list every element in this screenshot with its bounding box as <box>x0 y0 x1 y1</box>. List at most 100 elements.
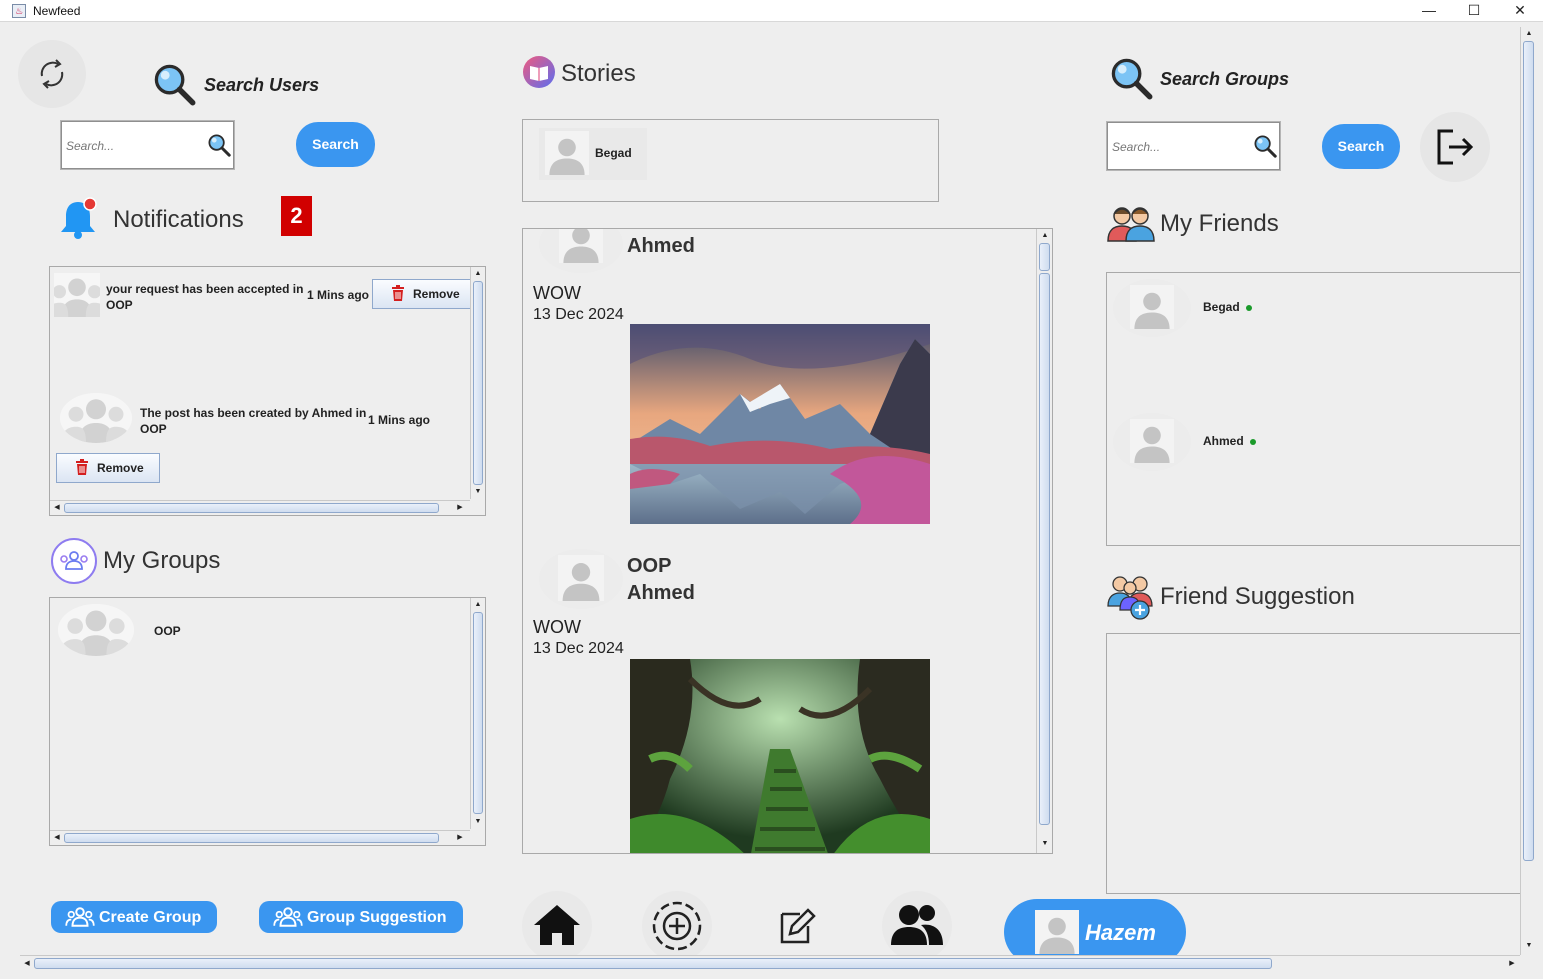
group-icon <box>65 907 95 927</box>
refresh-icon <box>40 59 64 89</box>
group-icon <box>273 907 303 927</box>
post-group: OOP <box>627 555 672 577</box>
logout-icon <box>1437 129 1474 165</box>
maximize-button[interactable]: ☐ <box>1451 0 1497 22</box>
search-users-icon <box>152 62 196 106</box>
java-app-icon: ♨ <box>12 4 26 18</box>
my-groups-panel[interactable]: OOP ▲ ▼ ◀ ▶ <box>49 597 486 846</box>
remove-notification-button[interactable]: Remove <box>372 279 471 309</box>
search-groups-input[interactable]: Search... <box>1106 121 1281 171</box>
groups-icon <box>51 538 97 584</box>
stories-title: Stories <box>561 60 636 87</box>
refresh-button[interactable] <box>18 40 86 108</box>
stories-book-icon <box>523 56 555 88</box>
post-author: Ahmed <box>627 582 695 604</box>
friends-icon <box>1107 207 1155 242</box>
notification-text: The post has been created by Ahmed in OO… <box>140 406 367 436</box>
edit-icon <box>780 908 816 944</box>
notification-count-badge: 2 <box>281 196 312 236</box>
search-groups-icon <box>1109 56 1153 100</box>
search-users-title: Search Users <box>204 75 320 95</box>
friend-suggestion-icon <box>1107 576 1153 620</box>
post-text: WOW <box>533 283 581 303</box>
vertical-scrollbar[interactable]: ▲ ▼ <box>1036 229 1052 853</box>
avatar <box>539 229 623 273</box>
notification-bell-icon <box>61 197 97 239</box>
current-user-name: Hazem <box>1085 920 1156 945</box>
friends-nav-button[interactable] <box>882 891 952 961</box>
home-button[interactable] <box>522 891 592 961</box>
logout-button[interactable] <box>1420 112 1490 182</box>
avatar <box>545 131 589 175</box>
vertical-scrollbar[interactable]: ▲ ▼ <box>470 267 485 499</box>
feed-panel[interactable]: Ahmed WOW 13 Dec 2024 OOP Ahmed WOW 13 D… <box>522 228 1053 854</box>
friends-panel[interactable]: Begad Ahmed <box>1106 272 1522 546</box>
search-users-input[interactable]: Search... <box>60 120 235 170</box>
my-friends-title: My Friends <box>1160 210 1279 237</box>
friends-nav-icon <box>891 905 943 945</box>
list-item: The post has been created by Ahmed in OO… <box>54 393 474 483</box>
home-icon <box>534 905 580 945</box>
create-group-button[interactable]: Create Group <box>51 901 217 933</box>
friend-suggestion-panel[interactable] <box>1106 633 1522 894</box>
search-icon <box>207 133 231 157</box>
avatar <box>1113 413 1191 471</box>
edit-button[interactable] <box>776 906 816 946</box>
horizontal-scrollbar[interactable]: ◀ ▶ <box>50 830 470 845</box>
avatar <box>1035 910 1079 954</box>
trash-icon <box>391 285 405 301</box>
story-user-name: Begad <box>595 146 632 160</box>
story-item[interactable]: Begad <box>539 128 647 180</box>
friend-name: Ahmed <box>1203 434 1244 448</box>
my-groups-title: My Groups <box>103 547 221 574</box>
remove-notification-button[interactable]: Remove <box>56 453 160 483</box>
list-item[interactable]: OOP <box>54 604 464 656</box>
notifications-title: Notifications <box>113 206 244 233</box>
avatar <box>1113 279 1191 337</box>
search-icon <box>1253 134 1277 158</box>
notifications-panel[interactable]: your request has been accepted in OOP 1 … <box>49 266 486 516</box>
friend-name-row: Ahmed <box>1203 434 1256 448</box>
mountain-lake-image <box>630 324 930 524</box>
horizontal-scrollbar[interactable]: ◀ ▶ <box>50 500 470 515</box>
post-date: 13 Dec 2024 <box>533 306 624 323</box>
search-groups-button[interactable]: Search <box>1322 124 1400 169</box>
friend-name-row: Begad <box>1203 300 1252 314</box>
avatar <box>539 549 623 609</box>
window-vertical-scrollbar[interactable]: ▲ ▼ <box>1520 27 1536 955</box>
search-users-button[interactable]: Search <box>296 122 375 167</box>
post-card: OOP Ahmed WOW 13 Dec 2024 <box>523 547 1035 853</box>
post-date: 13 Dec 2024 <box>533 640 624 657</box>
add-post-button[interactable] <box>642 891 712 961</box>
post-card: Ahmed WOW 13 Dec 2024 <box>523 229 1035 529</box>
online-status-icon <box>1249 438 1256 445</box>
forest-path-image <box>630 659 930 853</box>
add-post-icon <box>652 901 702 951</box>
list-item: your request has been accepted in OOP 1 … <box>54 273 474 323</box>
close-button[interactable]: ✕ <box>1497 0 1543 22</box>
trash-icon <box>75 459 89 475</box>
vertical-scrollbar[interactable]: ▲ ▼ <box>470 598 485 829</box>
title-bar: ♨ Newfeed — ☐ ✕ <box>0 0 1543 22</box>
minimize-button[interactable]: — <box>1406 0 1452 22</box>
avatar <box>58 604 134 656</box>
notification-time: 1 Mins ago <box>368 413 431 427</box>
friend-name: Begad <box>1203 300 1240 314</box>
window-horizontal-scrollbar[interactable]: ◀ ▶ <box>20 955 1520 971</box>
window-title: Newfeed <box>33 4 81 18</box>
friend-suggestion-title: Friend Suggestion <box>1160 583 1355 610</box>
group-suggestion-button[interactable]: Group Suggestion <box>259 901 463 933</box>
search-groups-title: Search Groups <box>1160 69 1290 89</box>
notification-time: 1 Mins ago <box>307 288 370 302</box>
post-text: WOW <box>533 617 581 637</box>
notification-text: your request has been accepted in OOP <box>106 282 304 312</box>
online-status-icon <box>1245 304 1252 311</box>
group-name: OOP <box>154 624 181 638</box>
avatar <box>60 393 132 443</box>
friend-item[interactable]: Ahmed <box>1113 413 1313 473</box>
post-author: Ahmed <box>627 235 695 257</box>
friend-item[interactable]: Begad <box>1113 279 1313 339</box>
search-users-placeholder: Search... <box>66 139 115 153</box>
stories-panel[interactable]: Begad <box>522 119 939 202</box>
search-groups-placeholder: Search... <box>1112 140 1161 154</box>
